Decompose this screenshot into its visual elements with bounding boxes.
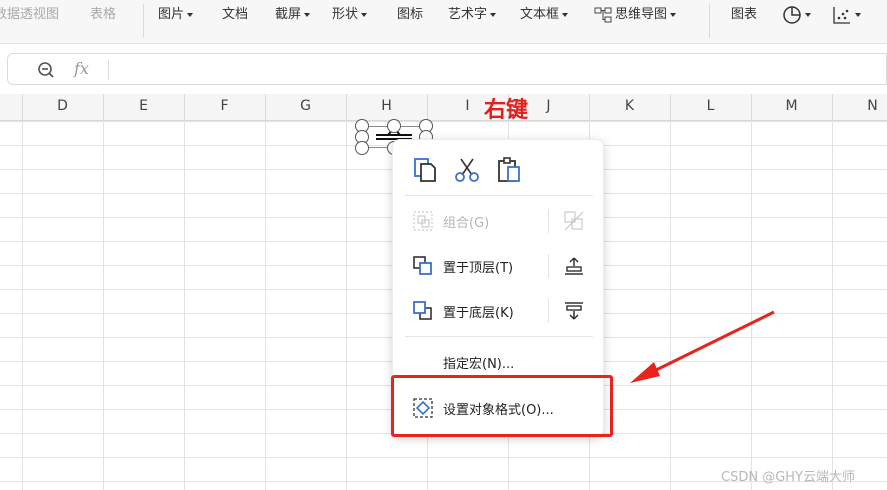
menu-divider [405, 336, 593, 337]
ribbon-icon-button[interactable]: 图标 [397, 6, 423, 24]
column-header-h[interactable]: H [346, 98, 427, 114]
menu-item-label: 置于底层(K) [443, 305, 514, 321]
ribbon-divider [143, 4, 144, 38]
ribbon-item-label: 截屏 [275, 7, 302, 22]
ribbon-item-label: 图片 [158, 7, 185, 22]
zoom-icon[interactable] [36, 60, 56, 80]
menu-item-group[interactable]: 组合(G) [393, 201, 605, 241]
bring-to-front-icon [413, 256, 432, 275]
watermark: CSDN @GHY云端大师 [721, 470, 855, 485]
ribbon-item-label: 艺术字 [448, 7, 488, 22]
ribbon-item-label: 图标 [397, 7, 424, 22]
annotation-arrow-icon [630, 310, 775, 383]
ribbon-textbox-button[interactable]: 文本框 [520, 6, 569, 24]
chevron-down-icon [562, 13, 569, 17]
chevron-down-icon [805, 13, 811, 17]
ribbon-pie-chart-button[interactable] [782, 6, 811, 24]
ribbon-item-label: 文档 [222, 7, 249, 22]
ribbon-screenshot-button[interactable]: 截屏 [275, 6, 311, 24]
chevron-down-icon [304, 13, 311, 17]
ribbon-item-label: 图表 [731, 7, 758, 22]
pie-chart-icon [783, 6, 801, 24]
menu-item-label: 组合(G) [443, 215, 490, 231]
column-header-e[interactable]: E [103, 98, 184, 114]
ribbon-toolbar: 数据透视图 表格 图片 文档 截屏 形状 图标 艺术字 文本框 思维导图 图表 [0, 0, 887, 44]
chevron-down-icon [855, 13, 861, 17]
fx-button[interactable]: fx [74, 59, 89, 78]
group-icon [413, 211, 433, 231]
copy-icon[interactable] [411, 156, 439, 184]
menu-vertical-divider [548, 299, 549, 323]
ribbon-table-button[interactable]: 表格 [90, 6, 116, 24]
chevron-down-icon [670, 13, 677, 17]
menu-vertical-divider [548, 209, 549, 233]
send-to-back-icon [413, 301, 432, 320]
column-header-g[interactable]: G [265, 98, 346, 114]
paste-icon[interactable] [495, 156, 523, 184]
ribbon-scatter-chart-button[interactable] [832, 6, 861, 24]
formula-input[interactable] [112, 56, 882, 82]
ribbon-document-button[interactable]: 文档 [222, 6, 248, 24]
send-backward-icon[interactable] [564, 301, 584, 321]
ribbon-picture-button[interactable]: 图片 [158, 6, 194, 24]
resize-handle[interactable] [387, 119, 401, 133]
resize-handle[interactable] [355, 141, 369, 155]
ungroup-icon[interactable] [564, 211, 584, 231]
ribbon-item-label: 思维导图 [615, 7, 668, 22]
menu-item-send-to-back[interactable]: 置于底层(K) [393, 291, 605, 331]
formula-bar-divider [108, 60, 109, 80]
highlight-box [391, 375, 613, 437]
ribbon-mindmap-button[interactable]: 思维导图 [594, 6, 677, 24]
ribbon-shape-button[interactable]: 形状 [332, 6, 368, 24]
column-header-l[interactable]: L [670, 98, 751, 114]
ribbon-item-label: 形状 [332, 7, 359, 22]
ribbon-chart-button[interactable]: 图表 [731, 6, 757, 24]
column-header-m[interactable]: M [751, 98, 832, 114]
bring-forward-icon[interactable] [564, 256, 584, 276]
column-header-f[interactable]: F [184, 98, 265, 114]
menu-item-label: 指定宏(N)... [443, 356, 515, 372]
chevron-down-icon [187, 13, 194, 17]
column-header-d[interactable]: D [22, 98, 103, 114]
chevron-down-icon [490, 13, 497, 17]
menu-item-label: 置于顶层(T) [443, 260, 514, 276]
right-click-annotation: 右键 [484, 98, 529, 123]
mindmap-icon [594, 7, 612, 23]
menu-item-bring-to-front[interactable]: 置于顶层(T) [393, 246, 605, 286]
ribbon-pivot-chart-button[interactable]: 数据透视图 [0, 6, 59, 24]
column-header-k[interactable]: K [589, 98, 670, 114]
ribbon-wordart-button[interactable]: 艺术字 [448, 6, 497, 24]
ribbon-item-label: 数据透视图 [0, 7, 60, 22]
chevron-down-icon [361, 13, 368, 17]
formula-bar: fx [7, 53, 887, 85]
cut-icon[interactable] [453, 156, 481, 184]
menu-divider [405, 195, 593, 196]
ribbon-item-label: 表格 [90, 7, 117, 22]
column-header-n[interactable]: N [832, 98, 887, 114]
menu-vertical-divider [548, 254, 549, 278]
column-header-row: D E F G H I J K L M N [0, 94, 887, 121]
ribbon-item-label: 文本框 [520, 7, 560, 22]
ribbon-divider [709, 4, 710, 38]
scatter-chart-icon [833, 7, 850, 24]
clipboard-icon-row [393, 152, 605, 192]
